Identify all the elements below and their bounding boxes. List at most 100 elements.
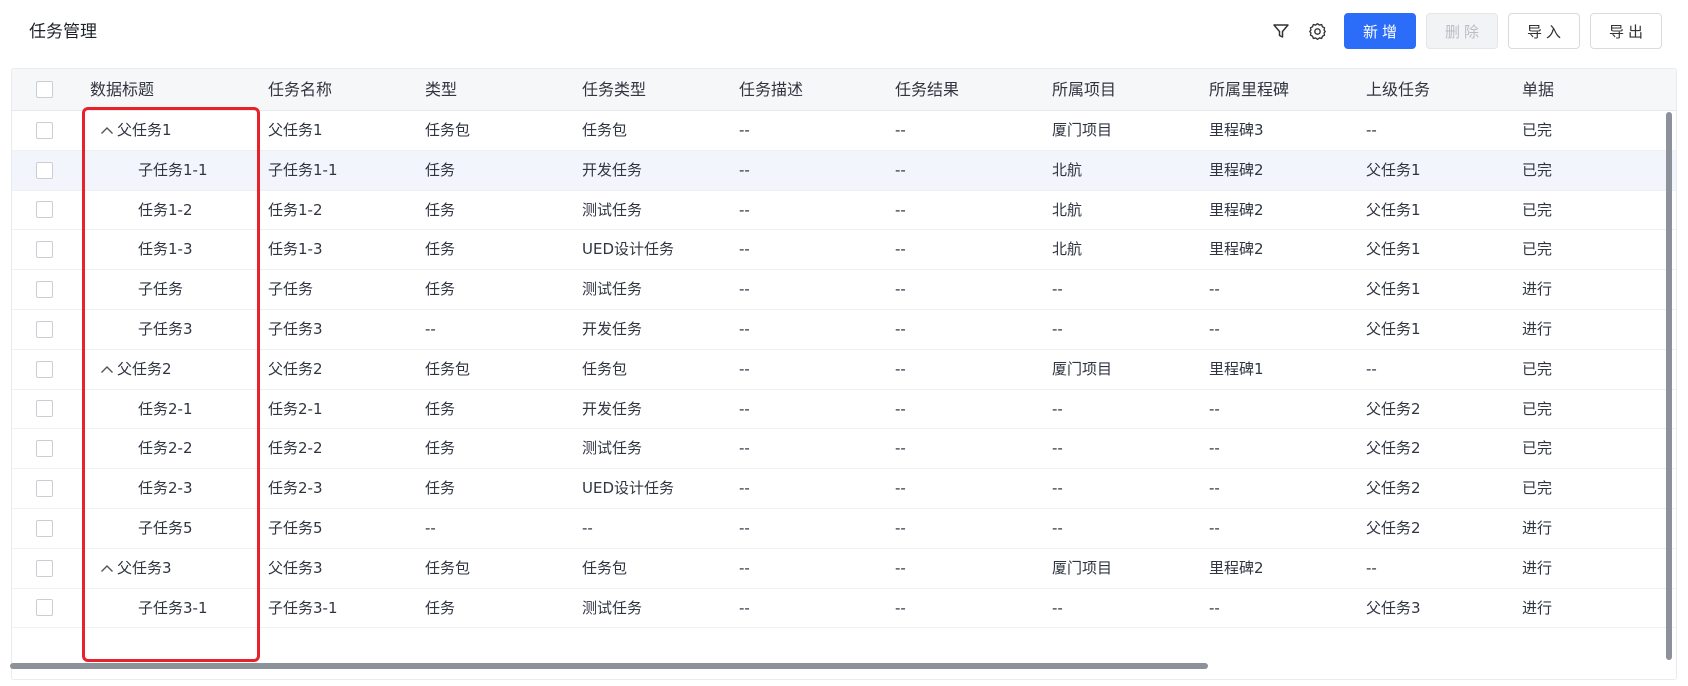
cell-task-desc: -- [739, 558, 750, 577]
cell-data-title[interactable]: 任务2-2 [138, 429, 193, 469]
table-row[interactable]: 父任务1 父任务1 任务包 任务包 -- -- 厦门项目 里程碑3 -- 已完 [12, 111, 1676, 151]
row-checkbox[interactable] [36, 599, 53, 617]
page-title: 任务管理 [29, 22, 97, 42]
cell-task-result: -- [895, 359, 906, 378]
cell-document: 已完 [1522, 200, 1553, 219]
cell-type: 任务 [425, 160, 456, 179]
vertical-scrollbar[interactable] [1666, 112, 1672, 660]
cell-data-title[interactable]: 父任务1 [117, 111, 172, 151]
collapse-chevron-up-icon[interactable] [99, 111, 115, 151]
row-checkbox[interactable] [36, 201, 53, 219]
export-button[interactable]: 导出 [1590, 13, 1662, 49]
cell-project: -- [1052, 320, 1063, 338]
cell-document: 已完 [1522, 439, 1553, 458]
row-checkbox[interactable] [36, 400, 53, 418]
table-row[interactable]: 任务1-2 任务1-2 任务 测试任务 -- -- 北航 里程碑2 父任务1 已完 [12, 191, 1676, 231]
cell-parent-task: 父任务1 [1366, 240, 1421, 259]
cell-data-title[interactable]: 子任务3-1 [138, 589, 208, 629]
cell-task-desc: -- [739, 479, 750, 498]
table-row[interactable]: 子任务3 子任务3 -- 开发任务 -- -- -- -- 父任务1 进行 [12, 310, 1676, 350]
cell-task-desc: -- [739, 598, 750, 617]
cell-data-title[interactable]: 父任务3 [117, 549, 172, 589]
row-checkbox[interactable] [36, 559, 53, 577]
cell-milestone: 里程碑2 [1209, 200, 1264, 219]
cell-milestone: 里程碑2 [1209, 160, 1264, 179]
row-checkbox[interactable] [36, 440, 53, 458]
cell-type: 任务 [425, 479, 456, 498]
import-button[interactable]: 导入 [1508, 13, 1580, 49]
cell-data-title[interactable]: 子任务 [138, 270, 183, 310]
cell-task-desc: -- [739, 519, 750, 537]
cell-task-name: 任务2-1 [268, 399, 323, 418]
cell-data-title[interactable]: 子任务3 [138, 310, 193, 350]
collapse-chevron-up-icon[interactable] [99, 549, 115, 589]
cell-type: 任务 [425, 598, 456, 617]
cell-parent-task: 父任务2 [1366, 519, 1421, 537]
cell-document: 已完 [1522, 160, 1553, 179]
cell-type: 任务 [425, 240, 456, 259]
cell-milestone: 里程碑1 [1209, 359, 1264, 378]
cell-data-title[interactable]: 子任务1-1 [138, 151, 208, 191]
table-row[interactable]: 任务1-3 任务1-3 任务 UED设计任务 -- -- 北航 里程碑2 父任务1 已完 [12, 230, 1676, 271]
cell-data-title[interactable]: 子任务5 [138, 509, 193, 549]
cell-document: 已完 [1522, 399, 1553, 418]
table-row[interactable]: 任务2-1 任务2-1 任务 开发任务 -- -- -- -- 父任务2 已完 [12, 390, 1676, 430]
page-header: 任务管理 新增 删除 导入 导出 [0, 0, 1688, 60]
cell-milestone: -- [1209, 399, 1220, 418]
filter-icon[interactable] [1270, 20, 1292, 42]
row-checkbox[interactable] [36, 121, 53, 139]
cell-parent-task: 父任务1 [1366, 320, 1421, 338]
cell-task-type: 任务包 [582, 558, 628, 577]
cell-type: 任务 [425, 200, 456, 219]
select-all-checkbox[interactable] [36, 81, 53, 98]
cell-task-result: -- [895, 121, 906, 139]
cell-task-desc: -- [739, 160, 750, 179]
gear-icon[interactable] [1306, 20, 1328, 42]
row-checkbox[interactable] [36, 161, 53, 179]
cell-project: 厦门项目 [1052, 121, 1113, 139]
cell-milestone: -- [1209, 598, 1220, 617]
cell-data-title[interactable]: 任务2-3 [138, 469, 193, 509]
header-col-parent-task: 上级任务 [1366, 80, 1431, 99]
table-row[interactable]: 子任务 子任务 任务 测试任务 -- -- -- -- 父任务1 进行 [12, 270, 1676, 310]
cell-type: 任务包 [425, 359, 471, 378]
row-checkbox[interactable] [36, 241, 53, 259]
cell-type: 任务 [425, 399, 456, 418]
cell-project: -- [1052, 479, 1063, 498]
cell-project: -- [1052, 280, 1063, 299]
row-checkbox[interactable] [36, 281, 53, 299]
row-checkbox[interactable] [36, 360, 53, 378]
cell-task-result: -- [895, 200, 906, 219]
row-checkbox[interactable] [36, 480, 53, 498]
cell-task-name: 任务1-2 [268, 200, 323, 219]
cell-task-name: 任务2-2 [268, 439, 323, 458]
cell-task-type: 测试任务 [582, 280, 643, 299]
cell-parent-task: 父任务3 [1366, 598, 1421, 617]
cell-data-title[interactable]: 父任务2 [117, 350, 172, 390]
cell-milestone: -- [1209, 519, 1220, 537]
table-row[interactable]: 父任务2 父任务2 任务包 任务包 -- -- 厦门项目 里程碑1 -- 已完 [12, 350, 1676, 390]
table-row[interactable]: 子任务5 子任务5 -- -- -- -- -- -- 父任务2 进行 [12, 509, 1676, 549]
header-col-task-desc: 任务描述 [739, 80, 804, 99]
cell-task-name: 父任务2 [268, 359, 323, 378]
cell-data-title[interactable]: 任务2-1 [138, 390, 193, 430]
table-row[interactable]: 任务2-2 任务2-2 任务 测试任务 -- -- -- -- 父任务2 已完 [12, 429, 1676, 470]
table-row[interactable]: 父任务3 父任务3 任务包 任务包 -- -- 厦门项目 里程碑2 -- 进行 [12, 549, 1676, 589]
row-checkbox[interactable] [36, 320, 53, 338]
cell-type: -- [425, 519, 436, 537]
delete-button[interactable]: 删除 [1426, 13, 1498, 49]
cell-parent-task: 父任务2 [1366, 399, 1421, 418]
cell-data-title[interactable]: 任务1-3 [138, 230, 193, 270]
collapse-chevron-up-icon[interactable] [99, 350, 115, 390]
task-table: 数据标题 任务名称 类型 任务类型 任务描述 任务结果 所属项目 所属里程碑 上级任务 单据 父任… [11, 68, 1677, 680]
cell-task-result: -- [895, 558, 906, 577]
table-row[interactable]: 任务2-3 任务2-3 任务 UED设计任务 -- -- -- -- 父任务2 已完 [12, 469, 1676, 509]
table-row[interactable]: 子任务3-1 子任务3-1 任务 测试任务 -- -- -- -- 父任务3 进行 [12, 589, 1676, 629]
cell-project: 北航 [1052, 160, 1083, 179]
cell-data-title[interactable]: 任务1-2 [138, 191, 193, 231]
table-row[interactable]: 子任务1-1 子任务1-1 任务 开发任务 -- -- 北航 里程碑2 父任务1 已完 [12, 150, 1676, 191]
row-checkbox[interactable] [36, 519, 53, 537]
cell-project: 厦门项目 [1052, 359, 1113, 378]
add-button[interactable]: 新增 [1344, 13, 1416, 49]
horizontal-scrollbar[interactable] [10, 663, 1208, 669]
